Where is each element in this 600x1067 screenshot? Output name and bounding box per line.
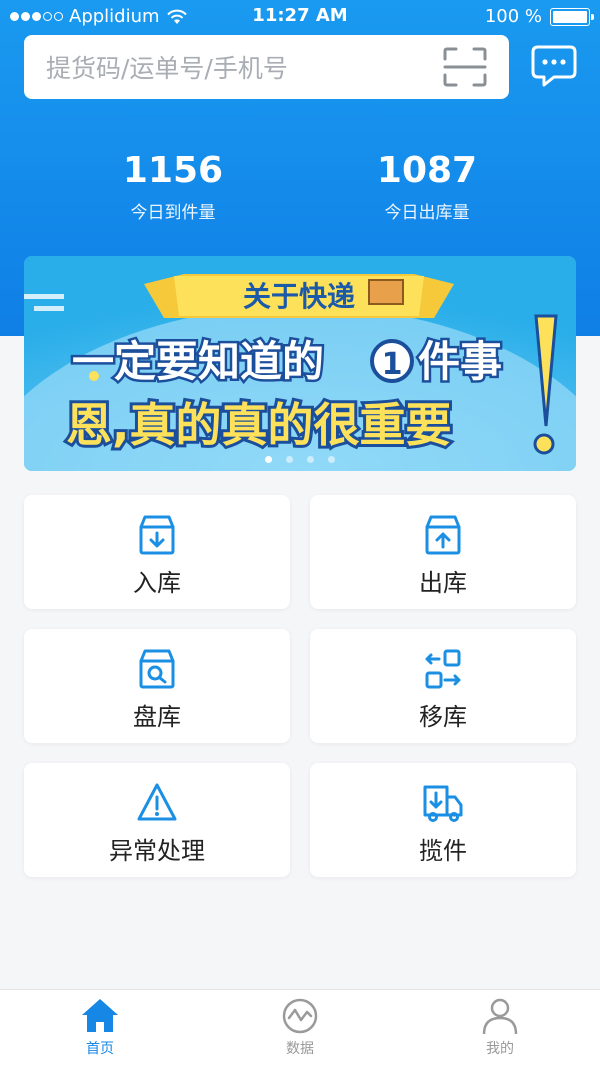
- tab-data[interactable]: 数据: [240, 996, 360, 1058]
- action-label: 盘库: [133, 703, 181, 731]
- tab-label: 我的: [486, 1041, 514, 1057]
- tab-home[interactable]: 首页: [40, 996, 160, 1058]
- stat-label: 今日出库量: [384, 203, 470, 223]
- box-out-icon: [425, 515, 461, 555]
- action-inventory-button[interactable]: 盘库: [24, 629, 290, 743]
- warning-icon: [137, 783, 177, 821]
- tab-profile[interactable]: 我的: [440, 996, 560, 1058]
- stat-arrivals: 1156 今日到件量: [63, 150, 283, 223]
- action-label: 移库: [419, 703, 467, 731]
- stat-outbound: 1087 今日出库量: [317, 150, 537, 223]
- stat-value: 1156: [122, 150, 224, 191]
- banner-dot[interactable]: [265, 456, 272, 463]
- scan-icon[interactable]: [443, 47, 487, 87]
- tab-label: 数据: [286, 1041, 314, 1057]
- banner-number: 1: [382, 347, 403, 382]
- tab-bar: 首页 数据 我的: [0, 989, 600, 1067]
- box-search-icon: [139, 649, 175, 689]
- action-outbound-button[interactable]: 出库: [310, 495, 576, 609]
- user-icon: [482, 998, 518, 1035]
- chart-icon: [282, 998, 318, 1034]
- banner-dot[interactable]: [307, 456, 314, 463]
- transfer-icon: [425, 649, 461, 689]
- truck-icon: [423, 785, 463, 822]
- action-transfer-button[interactable]: 移库: [310, 629, 576, 743]
- action-pickup-button[interactable]: 揽件: [310, 763, 576, 877]
- banner-tag: 关于快递: [243, 280, 355, 313]
- banner-dot[interactable]: [286, 456, 293, 463]
- action-exception-button[interactable]: 异常处理: [24, 763, 290, 877]
- home-icon: [82, 999, 118, 1032]
- action-label: 入库: [133, 569, 181, 597]
- banner-line2: 恩,真的真的很重要: [66, 398, 451, 452]
- action-label: 揽件: [419, 837, 467, 865]
- action-inbound-button[interactable]: 入库: [24, 495, 290, 609]
- banner-artwork: 关于快递 一定要知道的 1 件事 恩,真的真的很重要: [24, 256, 576, 471]
- stat-label: 今日到件量: [130, 203, 216, 223]
- box-in-icon: [139, 515, 175, 555]
- action-label: 出库: [419, 569, 467, 597]
- tab-label: 首页: [86, 1041, 114, 1057]
- stat-value: 1087: [376, 150, 478, 191]
- banner-dot[interactable]: [328, 456, 335, 463]
- chat-bubble-icon[interactable]: [530, 44, 578, 88]
- status-bar: Applidium 11:27 AM 100 %: [0, 0, 600, 34]
- banner-line1: 一定要知道的: [72, 337, 324, 386]
- search-input[interactable]: 提货码/运单号/手机号: [24, 35, 509, 99]
- status-right: 100 %: [484, 6, 594, 27]
- action-label: 异常处理: [109, 837, 205, 865]
- banner-pagination[interactable]: [24, 456, 576, 463]
- banner-line1-end: 件事: [418, 337, 502, 386]
- battery-icon: [550, 7, 594, 26]
- promo-banner[interactable]: 关于快递 一定要知道的 1 件事 恩,真的真的很重要: [24, 256, 576, 471]
- search-placeholder: 提货码/运单号/手机号: [46, 54, 288, 83]
- battery-label: 100 %: [484, 6, 542, 27]
